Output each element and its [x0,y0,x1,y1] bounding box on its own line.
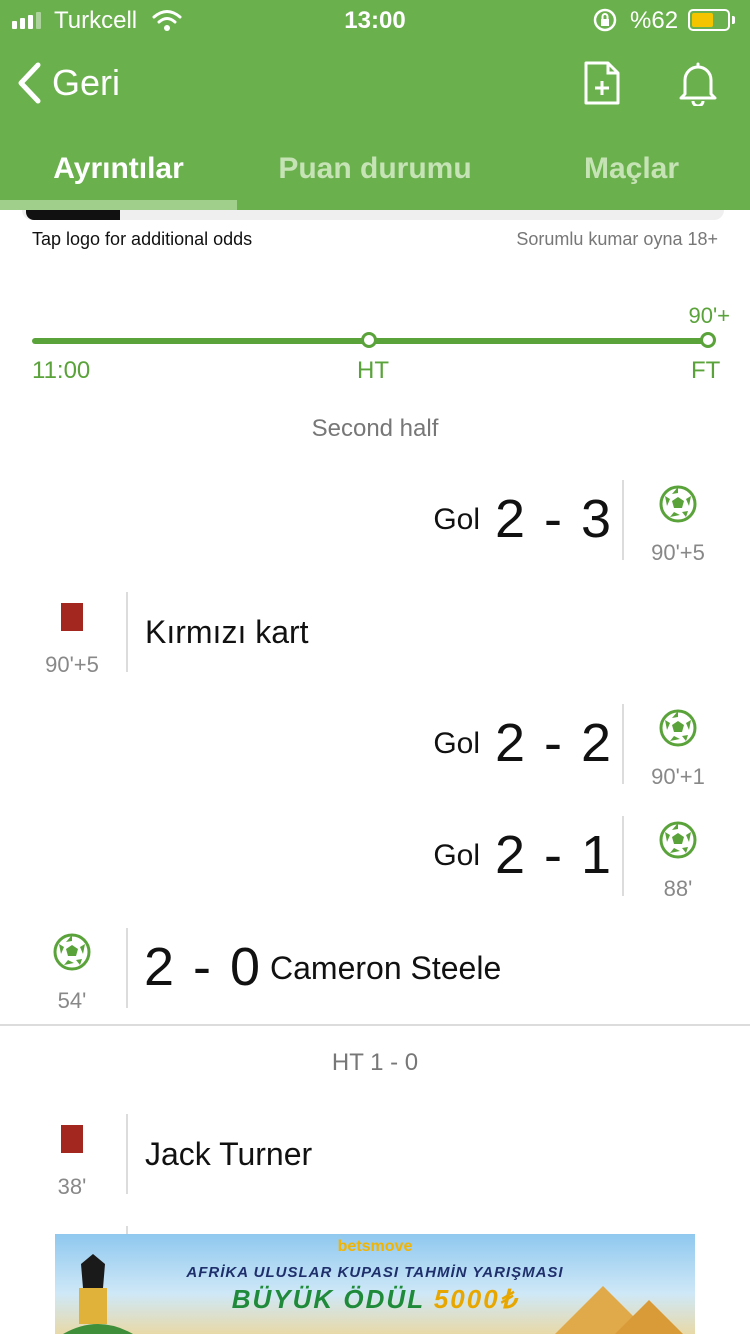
ad-prize-label: BÜYÜK ÖDÜL [231,1284,425,1314]
halftime-label: HT [357,357,389,384]
event-label: Gol [433,503,480,536]
second-half-label: Second half [311,415,439,442]
event-minute: 90'+5 [651,540,705,565]
event-divider [126,928,128,1008]
navigation-bar: Geri [0,50,750,120]
tab-bar: Ayrıntılar Puan durumu Maçlar [0,132,750,210]
bookmaker-logo-edge[interactable] [26,210,120,220]
ad-prize-amount: 5000₺ [433,1284,519,1314]
tab-standings[interactable]: Puan durumu [237,132,513,210]
battery-percent: %62 [630,7,679,34]
event-divider [126,1114,128,1194]
tab-matches[interactable]: Maçlar [513,132,750,210]
advertisement-banner[interactable]: betsmove AFRİKA ULUSLAR KUPASI TAHMİN YA… [55,1234,695,1334]
battery-icon [688,9,730,31]
event-minute: 54' [57,988,87,1013]
chevron-left-icon [18,62,41,104]
event-score: 2 - 2 [495,713,614,773]
event-divider [622,480,624,560]
odds-note: Tap logo for additional odds [32,229,253,249]
kickoff-time: 11:00 [32,357,91,384]
odds-card-edge [22,210,724,220]
soccer-ball-icon [53,933,91,971]
back-label: Geri [52,62,121,103]
pyramids-illustration [555,1286,683,1334]
battery-tip [732,16,735,24]
event-score: 2 - 0 [144,937,263,997]
event-label: Jack Turner [145,1136,313,1172]
event-divider [622,704,624,784]
app-header: Turkcell 13:00 %62 Geri Ayrıntılar Puan … [0,0,750,210]
extra-time-label: 90'+ [688,303,730,328]
event-minute: 90'+1 [651,764,705,789]
fulltime-label: FT [691,357,721,384]
soccer-ball-icon [659,709,697,747]
event-divider [622,816,624,896]
event-label: Gol [433,839,480,872]
responsible-gambling-note: Sorumlu kumar oyna 18+ [516,229,718,249]
fulltime-marker [700,332,716,348]
event-divider [126,592,128,672]
status-bar: Turkcell 13:00 %62 [0,0,750,40]
add-document-icon[interactable] [583,60,621,106]
event-label: Gol [433,727,480,760]
halftime-score-label: HT 1 - 0 [331,1049,419,1076]
event-minute: 88' [663,876,693,901]
battery-level [692,13,713,27]
soccer-ball-icon [659,821,697,859]
event-score: 2 - 3 [495,489,614,549]
mascot-illustration [63,1254,133,1334]
event-label: Kırmızı kart [145,614,309,650]
halftime-marker [361,332,377,348]
back-button[interactable]: Geri [16,62,120,104]
soccer-ball-icon [659,485,697,523]
rotation-lock-icon [593,8,617,32]
tab-details[interactable]: Ayrıntılar [0,132,237,210]
active-tab-indicator [0,200,237,210]
red-card-icon [61,1125,83,1153]
event-label: Cameron Steele [270,950,502,986]
event-score: 2 - 1 [495,825,614,885]
half-separator [0,1024,750,1026]
red-card-icon [61,603,83,631]
ad-brand: betsmove [337,1238,413,1255]
event-minute: 38' [57,1174,87,1199]
event-minute: 90'+5 [45,652,99,677]
notification-bell-icon[interactable] [677,60,719,106]
